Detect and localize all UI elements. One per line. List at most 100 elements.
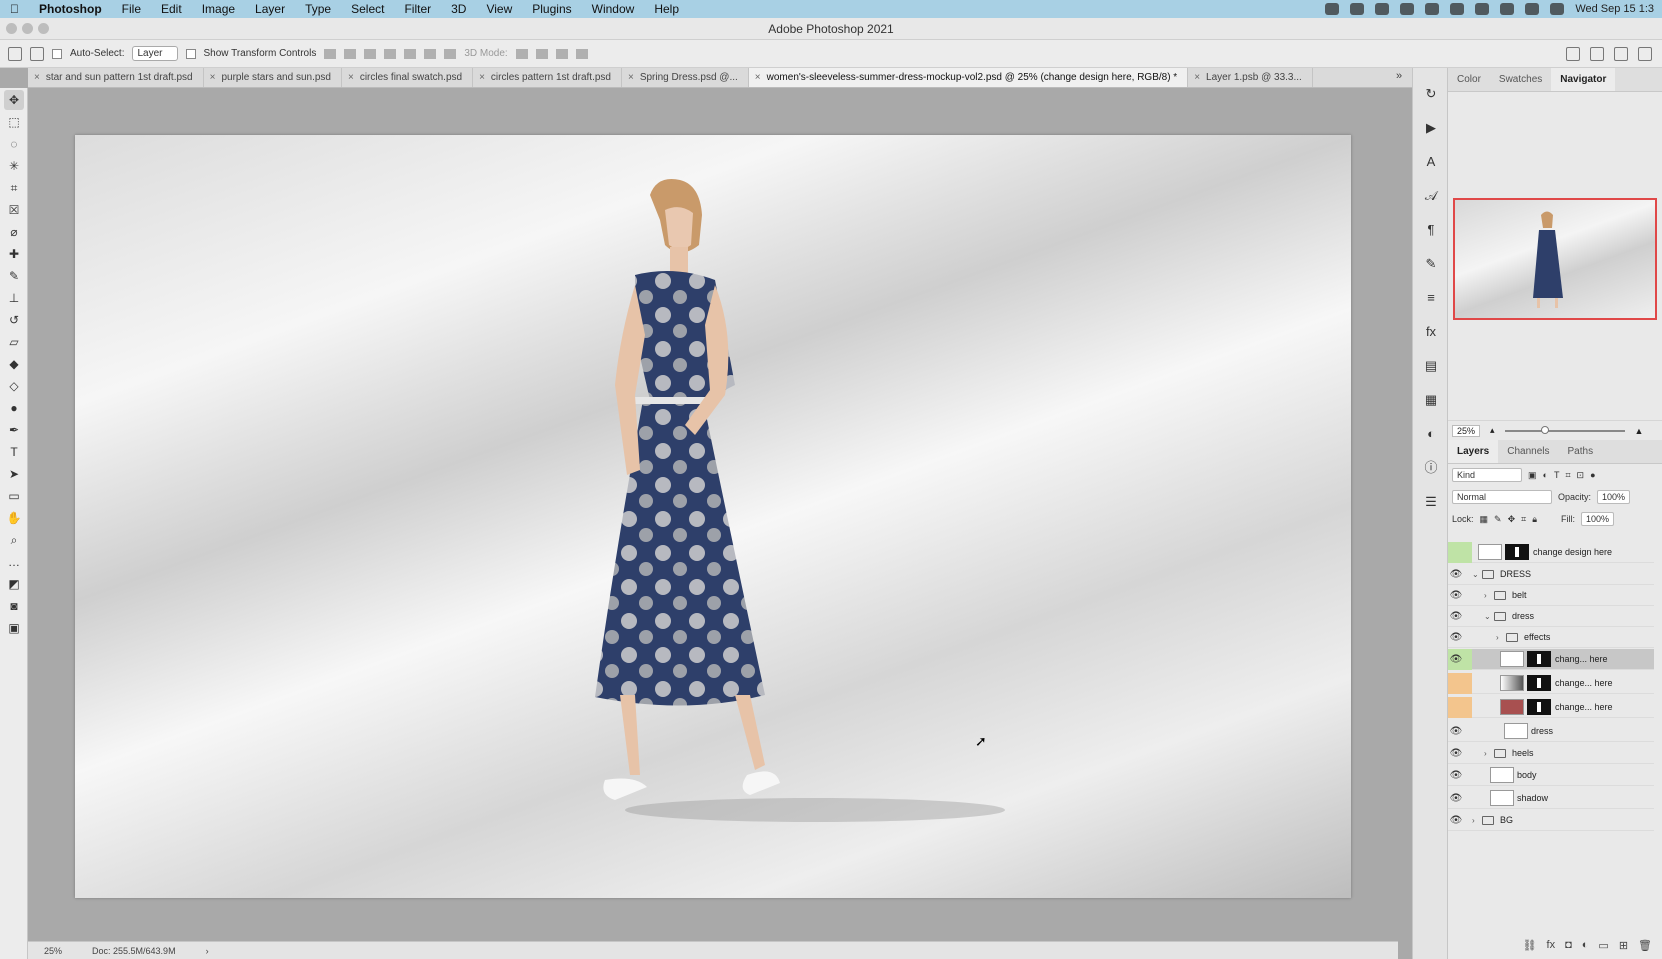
menu-view[interactable]: View [476,2,522,16]
menu-clock[interactable]: Wed Sep 15 1:3 [1575,3,1654,15]
eye-icon[interactable]: 👁︎ [1448,564,1464,585]
collapse-arrow-icon[interactable]: › [1484,591,1494,600]
styles-fx-icon[interactable]: fx [1423,324,1439,340]
layer-name[interactable]: heels [1512,748,1534,758]
transform-controls-checkbox[interactable] [185,48,196,59]
record-icon[interactable] [1325,3,1340,15]
navigator-zoom-value[interactable]: 25% [1452,424,1481,437]
color-swatches-icon[interactable]: ◩ [4,574,24,594]
dodge-tool-icon[interactable]: ● [4,398,24,418]
zoom-in-icon[interactable]: ▲ [1635,426,1644,436]
history-brush-tool-icon[interactable]: ↺ [4,310,24,330]
menu-plugins[interactable]: Plugins [522,2,581,16]
layer-name[interactable]: change... here [1555,678,1613,688]
frame-tool-icon[interactable]: ☒ [4,200,24,220]
visibility-toggle-icon[interactable] [1448,673,1464,694]
grid-icon[interactable]: ▦ [1423,392,1439,408]
layer-style-fx-icon[interactable]: fx [1547,939,1556,951]
tab-paths[interactable]: Paths [1559,440,1603,463]
opacity-input[interactable]: 100% [1597,490,1631,504]
align-top-icon[interactable] [384,48,397,59]
paint-bucket-tool-icon[interactable]: ◆ [4,354,24,374]
menu-help[interactable]: Help [644,2,689,16]
stamp-tool-icon[interactable]: ⊥ [4,288,24,308]
layer-name[interactable]: chang... here [1555,654,1608,664]
blur-tool-icon[interactable]: ◇ [4,376,24,396]
delete-layer-icon[interactable]: 🗑︎ [1638,939,1652,952]
brushes-icon[interactable]: ✎ [1423,256,1439,272]
eye-icon[interactable]: 👁︎ [1448,810,1464,831]
wifi-icon[interactable] [1450,3,1465,15]
eye-icon[interactable]: 👁︎ [1448,765,1464,786]
search-icon[interactable] [1590,46,1604,61]
3d-orbit-icon[interactable] [515,48,528,59]
eye-icon[interactable]: 👁︎ [1448,721,1464,742]
document-canvas[interactable] [75,135,1351,898]
tab-circles-pattern[interactable]: × circles pattern 1st draft.psd [473,68,622,87]
visibility-toggle-icon[interactable] [1448,697,1464,718]
auto-select-dropdown[interactable]: Layer [132,46,178,61]
display-icon[interactable] [1375,3,1390,15]
crop-tool-icon[interactable]: ⌗ [4,178,24,198]
layer-row[interactable]: 👁︎ body [1448,765,1654,786]
layer-name[interactable]: DRESS [1500,569,1531,579]
close-tab-icon[interactable]: × [34,72,40,83]
tab-spring-dress[interactable]: × Spring Dress.psd @... [622,68,749,87]
navigator-zoom-slider[interactable] [1504,425,1625,434]
hand-tool-icon[interactable]: ✋ [4,508,24,528]
app-menu[interactable]: Photoshop [29,2,112,16]
control-center-icon[interactable] [1525,3,1540,15]
lock-pixels-icon[interactable]: ✎ [1494,514,1502,525]
zoom-out-icon[interactable]: ▴ [1490,425,1495,436]
adjustments-icon[interactable]: ≡ [1423,290,1439,306]
menu-image[interactable]: Image [192,2,245,16]
close-tab-icon[interactable]: × [1194,72,1200,83]
layer-row[interactable]: 👁︎ › belt [1448,585,1654,606]
info-icon[interactable]: ⓘ [1423,460,1439,476]
spotlight-icon[interactable] [1500,3,1515,15]
layer-row[interactable]: 👁︎ ⌄ dress [1448,606,1654,627]
filter-shape-icon[interactable]: ⌗ [1565,470,1570,481]
menu-layer[interactable]: Layer [245,2,295,16]
align-right-icon[interactable] [364,48,377,59]
eraser-tool-icon[interactable]: ▱ [4,332,24,352]
layer-name[interactable]: BG [1500,815,1513,825]
creative-cloud-icon[interactable] [1350,3,1365,15]
menu-file[interactable]: File [112,2,151,16]
new-group-icon[interactable]: ▭ [1598,939,1608,952]
layer-row[interactable]: 👁︎ ⌄ DRESS [1448,564,1654,585]
collapse-arrow-icon[interactable]: › [1496,633,1506,642]
volume-icon[interactable] [1400,3,1415,15]
siri-icon[interactable] [1550,3,1565,15]
path-selection-tool-icon[interactable]: ➤ [4,464,24,484]
layer-row[interactable]: 👁︎ dress [1448,721,1654,742]
eye-icon[interactable]: 👁︎ [1448,788,1464,809]
menu-type[interactable]: Type [295,2,341,16]
layer-row[interactable]: change design here [1448,542,1654,563]
layer-row[interactable]: 👁︎ › heels [1448,743,1654,764]
layer-name[interactable]: change design here [1533,547,1612,557]
auto-select-checkbox[interactable] [52,48,62,59]
more-options-icon[interactable] [444,48,457,59]
share-icon[interactable] [1566,46,1580,61]
more-tools-icon[interactable]: … [4,552,24,572]
menu-edit[interactable]: Edit [151,2,192,16]
layer-name[interactable]: change... here [1555,702,1613,712]
filter-toggle-icon[interactable]: ● [1590,470,1595,480]
align-center-icon[interactable] [344,48,357,59]
menu-window[interactable]: Window [582,2,645,16]
close-tab-icon[interactable]: × [348,72,354,83]
tab-purple-stars[interactable]: × purple stars and sun.psd [204,68,342,87]
tab-color[interactable]: Color [1448,68,1490,91]
align-bottom-icon[interactable] [424,48,437,59]
tab-circles-final[interactable]: × circles final swatch.psd [342,68,474,87]
close-tab-icon[interactable]: × [628,72,634,83]
minimize-window-button[interactable] [22,23,33,34]
eye-icon[interactable]: 👁︎ [1448,627,1464,648]
new-layer-icon[interactable]: ⊞ [1619,939,1628,952]
status-arrow-icon[interactable]: › [206,946,209,956]
align-left-icon[interactable] [324,48,337,59]
eyedropper-tool-icon[interactable]: ⌀ [4,222,24,242]
glyphs-icon[interactable]: 𝒜 [1423,188,1439,204]
bluetooth-icon[interactable] [1425,3,1440,15]
